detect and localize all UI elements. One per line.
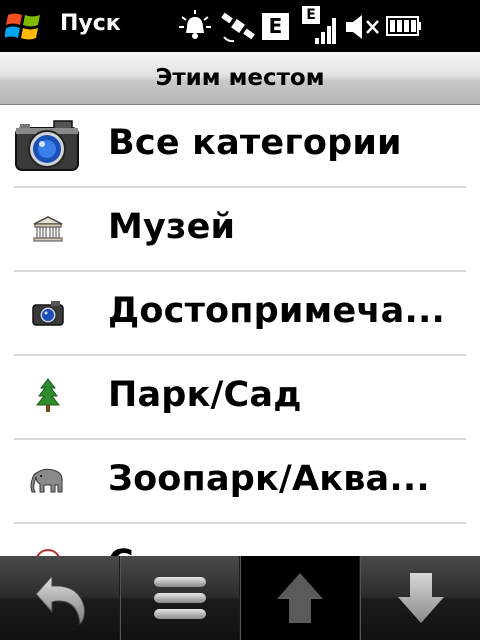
- up-arrow-icon: [277, 573, 323, 623]
- list-item-label: Музей: [108, 207, 236, 247]
- list-item-museum[interactable]: Музей: [0, 188, 480, 272]
- camera-large-icon: [15, 120, 79, 171]
- list-item-label: Парк/Сад: [108, 375, 302, 415]
- status-icons[interactable]: E E: [170, 0, 480, 52]
- list-item-label: С: [108, 543, 134, 556]
- list-item-attractions[interactable]: Достопримеча...: [0, 272, 480, 356]
- tree-icon: [35, 378, 61, 412]
- list-item-partial[interactable]: С: [0, 524, 480, 556]
- list-item-all-categories[interactable]: Все категории: [0, 104, 480, 188]
- list-item-label: Зоопарк/Аква...: [108, 459, 430, 499]
- back-icon: [34, 574, 85, 626]
- start-label: Пуск: [60, 11, 121, 36]
- battery-icon: [386, 16, 421, 36]
- back-button[interactable]: [0, 556, 119, 640]
- windows-logo-icon: [5, 13, 40, 40]
- list-item-label: Все категории: [108, 123, 402, 163]
- down-arrow-icon: [397, 573, 444, 623]
- camera-small-icon: [32, 301, 64, 326]
- museum-icon: [33, 216, 63, 242]
- edge-indicator-label: E: [268, 14, 283, 38]
- status-bar: Пуск E E: [0, 0, 480, 52]
- page-title: Этим местом: [155, 65, 325, 91]
- edge-e-icon: E: [262, 13, 289, 40]
- scroll-down-button[interactable]: [360, 556, 480, 640]
- title-bar: Этим местом: [0, 52, 480, 105]
- speaker-muted-icon: [346, 15, 379, 39]
- signal-edge-icon: E: [302, 6, 336, 46]
- satellite-icon: [221, 12, 255, 43]
- bottom-toolbar: [0, 556, 480, 640]
- compass-icon: [36, 549, 60, 556]
- scroll-up-button[interactable]: [240, 556, 359, 640]
- alarm-icon: [179, 10, 211, 39]
- category-list[interactable]: Все категории Музей Достопримеча... Парк…: [0, 104, 480, 556]
- start-button[interactable]: Пуск: [0, 0, 128, 52]
- menu-button[interactable]: [120, 556, 239, 640]
- menu-icon: [154, 577, 206, 619]
- elephant-icon: [30, 468, 63, 493]
- list-item-park-garden[interactable]: Парк/Сад: [0, 356, 480, 440]
- list-item-label: Достопримеча...: [108, 291, 445, 331]
- list-item-zoo-aquarium[interactable]: Зоопарк/Аква...: [0, 440, 480, 524]
